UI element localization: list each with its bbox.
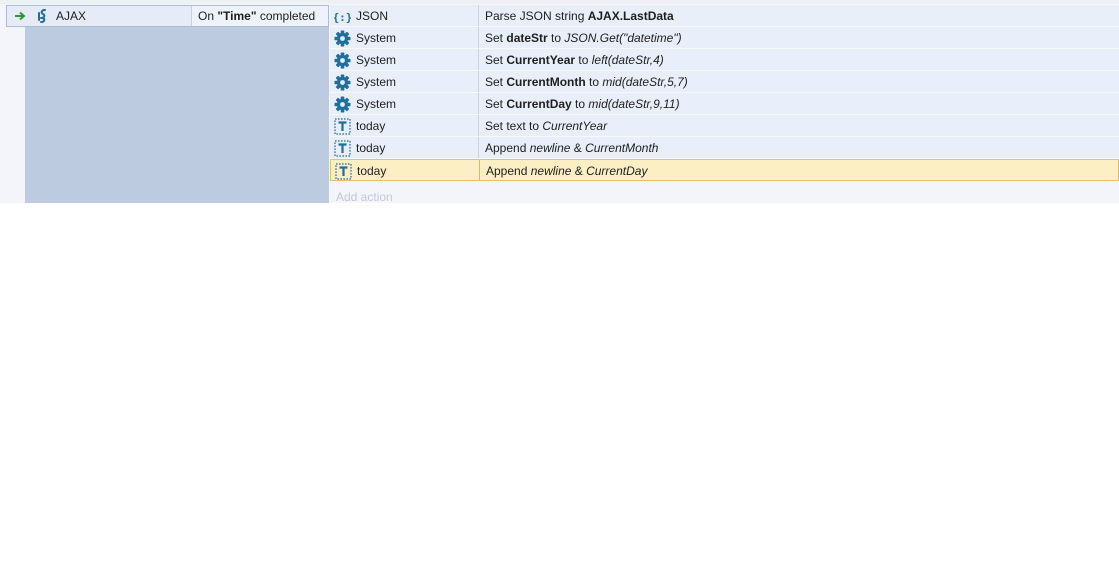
action-object-name: today <box>357 164 387 178</box>
action-text: Set <box>485 75 507 89</box>
action-param-expression: mid(dateStr,9,11) <box>588 97 680 111</box>
condition-prefix: On <box>198 9 218 23</box>
action-text: Append <box>486 164 531 178</box>
action-row[interactable]: today Set text to CurrentYear <box>330 115 1119 137</box>
event-condition-row[interactable]: AJAX On "Time" completed <box>6 5 329 27</box>
json-icon: {:} <box>333 8 353 25</box>
action-object-name: System <box>356 75 397 89</box>
action-row[interactable]: System Set CurrentYear to left(dateStr,4) <box>330 49 1119 71</box>
action-row[interactable]: today Append newline & CurrentDay <box>330 159 1119 181</box>
trigger-arrow-icon <box>15 11 26 21</box>
action-param-expression: CurrentDay <box>586 164 648 178</box>
action-list: {:} JSONParse JSON string AJAX.LastData … <box>330 5 1119 181</box>
action-object-name: System <box>356 53 397 67</box>
action-param-expression: newline <box>530 164 572 178</box>
add-action-link[interactable]: Add action <box>336 190 393 204</box>
event-block-background <box>25 27 329 203</box>
action-param-expression: mid(dateStr,5,7) <box>602 75 688 89</box>
action-description[interactable]: Set CurrentYear to left(dateStr,4) <box>478 49 1119 70</box>
action-param-bold: CurrentMonth <box>506 75 586 89</box>
action-description[interactable]: Set CurrentMonth to mid(dateStr,5,7) <box>478 71 1119 92</box>
text-icon <box>335 163 352 180</box>
svg-text:{:}: {:} <box>334 11 351 24</box>
action-object-name: System <box>356 31 397 45</box>
action-description[interactable]: Set CurrentDay to mid(dateStr,9,11) <box>478 93 1119 114</box>
action-param-bold: AJAX.LastData <box>587 9 674 23</box>
action-param-expression: CurrentMonth <box>585 141 659 155</box>
action-param-expression: CurrentYear <box>542 119 608 133</box>
action-text: to <box>575 53 592 67</box>
action-description[interactable]: Set dateStr to JSON.Get("datetime") <box>478 27 1119 48</box>
action-param-expression: JSON.Get("datetime") <box>564 31 682 45</box>
gear-icon <box>334 74 351 91</box>
action-description[interactable]: Append newline & CurrentDay <box>479 160 1118 180</box>
condition-description[interactable]: On "Time" completed <box>191 6 328 26</box>
condition-tag: "Time" <box>217 9 257 23</box>
action-description[interactable]: Append newline & CurrentMonth <box>478 137 1119 158</box>
action-object-name: System <box>356 97 397 111</box>
action-description[interactable]: Set text to CurrentYear <box>478 115 1119 136</box>
gear-icon <box>334 30 351 47</box>
event-sheet: AJAX On "Time" completed {:} JSON Parse J… <box>0 0 1119 204</box>
action-text: Set <box>485 97 507 111</box>
action-text: Set <box>485 31 507 45</box>
action-row[interactable]: {:} JSON Parse JSON string AJAX.LastData <box>330 5 1119 27</box>
action-row[interactable]: System Set dateStr to JSON.Get("datetime"… <box>330 27 1119 49</box>
action-text: Set text to <box>485 119 543 133</box>
action-text: to <box>585 75 603 89</box>
gear-icon <box>334 52 351 69</box>
text-icon <box>334 140 351 157</box>
action-text: & <box>570 141 586 155</box>
action-text: & <box>571 164 587 178</box>
action-object-name: today <box>356 119 386 133</box>
action-row[interactable]: System Set CurrentMonth to mid(dateStr,5,… <box>330 71 1119 93</box>
gear-icon <box>334 96 351 113</box>
action-param-expression: left(dateStr,4) <box>591 53 664 67</box>
text-icon <box>334 118 351 135</box>
action-row[interactable]: System Set CurrentDay to mid(dateStr,9,11… <box>330 93 1119 115</box>
action-text: to <box>547 31 565 45</box>
action-text: Parse JSON string <box>485 9 588 23</box>
condition-object-name: AJAX <box>56 9 87 23</box>
ajax-icon <box>38 9 46 23</box>
action-description[interactable]: Parse JSON string AJAX.LastData <box>478 5 1119 26</box>
action-object-name: today <box>356 141 386 155</box>
sheet-top-border <box>0 0 1119 4</box>
action-text: to <box>571 97 589 111</box>
action-param-bold: dateStr <box>506 31 548 45</box>
action-text: Set <box>485 53 507 67</box>
action-object-name: JSON <box>356 9 389 23</box>
action-param-bold: CurrentYear <box>506 53 576 67</box>
action-row[interactable]: today Append newline & CurrentMonth <box>330 137 1119 159</box>
condition-suffix: completed <box>256 9 316 23</box>
action-param-bold: CurrentDay <box>506 97 572 111</box>
action-param-expression: newline <box>529 141 571 155</box>
action-text: Append <box>485 141 530 155</box>
